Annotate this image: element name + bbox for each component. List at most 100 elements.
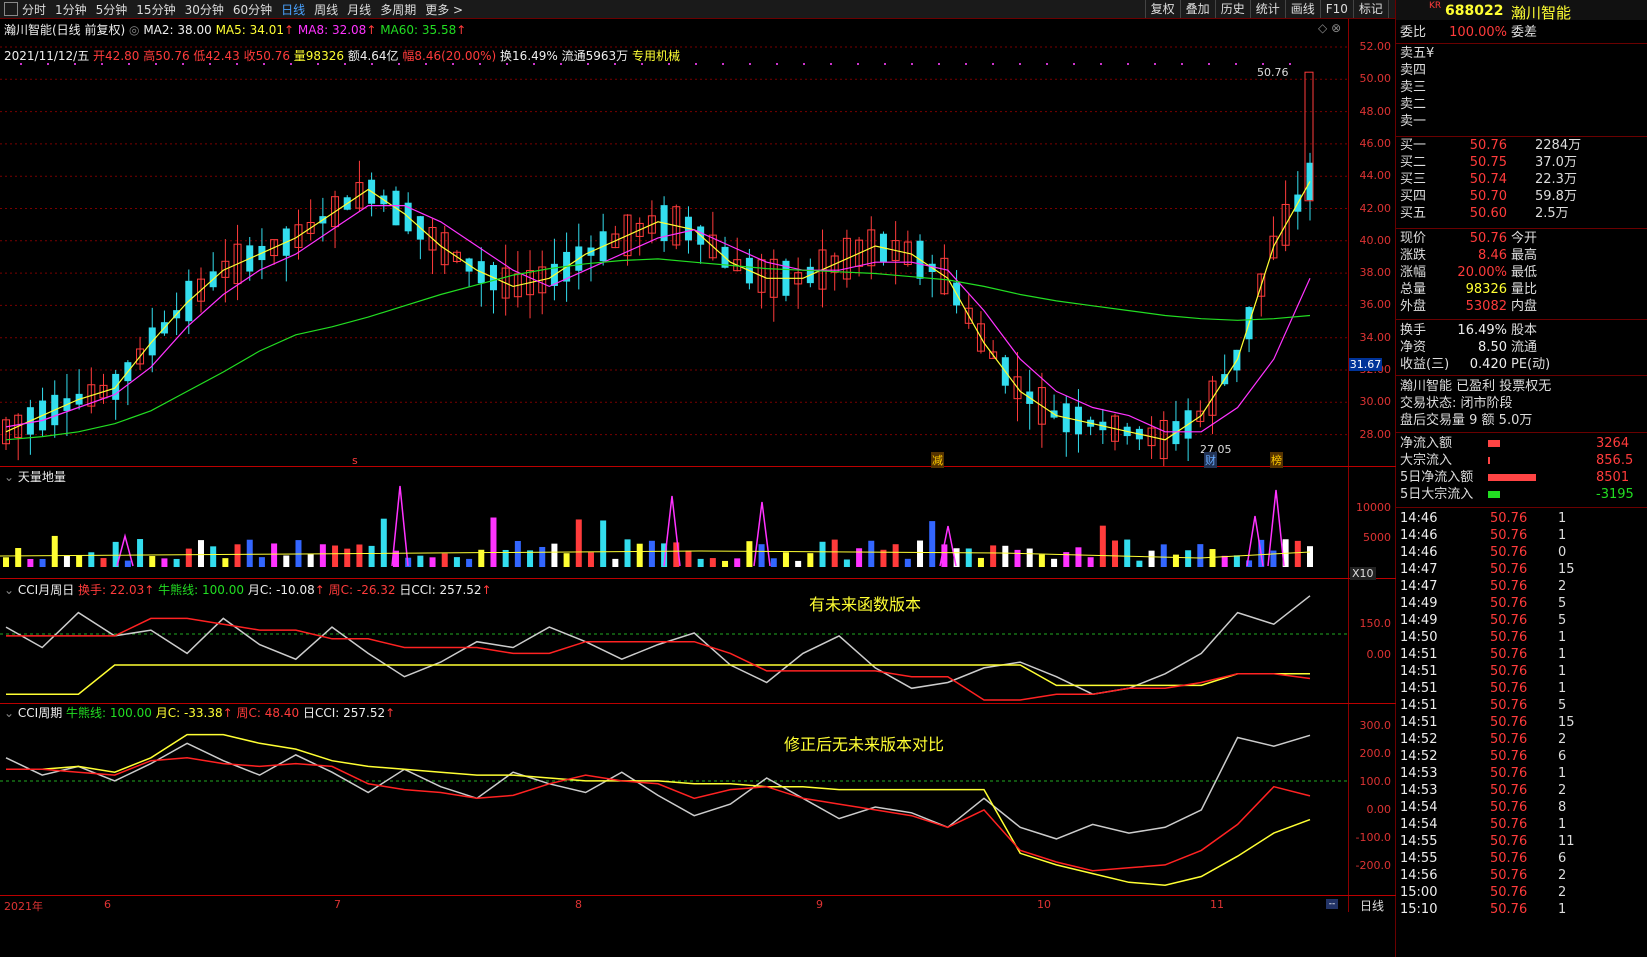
tick-time: 14:46 bbox=[1400, 511, 1438, 526]
tick-time: 14:51 bbox=[1400, 698, 1438, 713]
volume-bar bbox=[246, 539, 253, 567]
tab-60min[interactable]: 60分钟 bbox=[233, 1, 272, 18]
volume-bar bbox=[819, 541, 826, 567]
history-button[interactable]: 历史 bbox=[1214, 0, 1250, 18]
flow-value: -3195 bbox=[1596, 487, 1634, 502]
buy-level-row[interactable]: 买五 50.60 2.5万 bbox=[1398, 205, 1647, 222]
tab-5min[interactable]: 5分钟 bbox=[96, 1, 128, 18]
signal-dot bbox=[668, 63, 670, 65]
tab-1min[interactable]: 1分钟 bbox=[55, 1, 87, 18]
tick-price: 50.76 bbox=[1490, 817, 1528, 832]
volume-bar bbox=[709, 558, 716, 567]
volume-bar bbox=[1014, 549, 1021, 567]
tick-volume: 5 bbox=[1558, 596, 1567, 611]
sell-book: 卖五¥ 卖四 卖三 卖二 卖一 bbox=[1398, 45, 1647, 130]
ma-line-ma8 bbox=[5, 205, 1311, 433]
volume-ylabel-10000: 10000 bbox=[1356, 501, 1391, 514]
fund-flow: 净流入额 3264 大宗流入 856.5 5日净流入额 8501 5日大宗流入 -3195 bbox=[1398, 435, 1647, 503]
scroll-handle[interactable]: -- bbox=[1326, 899, 1338, 909]
tab-15min[interactable]: 15分钟 bbox=[136, 1, 175, 18]
quote-label-2: 最高 bbox=[1511, 248, 1538, 263]
buy-level-row[interactable]: 买四 50.70 59.8万 bbox=[1398, 188, 1647, 205]
buy-level-price: 50.74 bbox=[1469, 172, 1507, 187]
volume-bar bbox=[466, 558, 473, 567]
volume-bar bbox=[977, 557, 984, 567]
x-axis-period[interactable]: 日线 bbox=[1360, 897, 1384, 914]
draw-button[interactable]: 画线 bbox=[1284, 0, 1320, 18]
signal-dot bbox=[614, 63, 616, 65]
volume-bar bbox=[1099, 525, 1106, 567]
volume-bar bbox=[648, 540, 655, 567]
signal-dot bbox=[911, 63, 913, 65]
signal-dot bbox=[1208, 63, 1210, 65]
overlay-button[interactable]: 叠加 bbox=[1179, 0, 1215, 18]
volume-bar bbox=[1038, 554, 1045, 567]
menu-square-icon[interactable] bbox=[4, 2, 18, 16]
candle-body bbox=[1306, 162, 1314, 201]
volume-bar bbox=[197, 540, 204, 567]
volume-bar bbox=[1172, 554, 1179, 567]
quote-value: 20.00% bbox=[1457, 265, 1507, 280]
volume-bar bbox=[88, 552, 95, 567]
high-price-mark: 50.76 bbox=[1257, 66, 1289, 79]
tab-daily[interactable]: 日线 bbox=[281, 1, 305, 18]
buy-level-label: 买三 bbox=[1400, 172, 1427, 187]
volume-bar bbox=[807, 553, 814, 567]
cci1-chart bbox=[0, 595, 1348, 701]
tick-price: 50.76 bbox=[1490, 630, 1528, 645]
tab-more[interactable]: 更多 > bbox=[425, 1, 463, 18]
signal-dot bbox=[425, 63, 427, 65]
signal-dot bbox=[506, 63, 508, 65]
volume-ylabel-5000: 5000 bbox=[1363, 531, 1391, 544]
tab-fenshi[interactable]: 分时 bbox=[22, 1, 46, 18]
tab-30min[interactable]: 30分钟 bbox=[185, 1, 224, 18]
stat-value: 16.49% bbox=[1457, 323, 1507, 338]
f10-button[interactable]: F10 bbox=[1319, 0, 1353, 18]
price-ylabel: 44.00 bbox=[1359, 169, 1392, 183]
tick-volume: 2 bbox=[1558, 783, 1567, 798]
quote-value: 53082 bbox=[1465, 299, 1507, 314]
status-line-3: 盘后交易量 9 额 5.0万 bbox=[1400, 413, 1533, 428]
volume-bar bbox=[1136, 560, 1143, 567]
stock-name: 瀚川智能 bbox=[1511, 4, 1572, 22]
volume-bar bbox=[1185, 550, 1192, 567]
buy-level-row[interactable]: 买一 50.76 2284万 bbox=[1398, 137, 1647, 154]
tick-time: 14:51 bbox=[1400, 664, 1438, 679]
flow-bar bbox=[1488, 491, 1500, 498]
buy-level-row[interactable]: 买三 50.74 22.3万 bbox=[1398, 171, 1647, 188]
tick-volume: 0 bbox=[1558, 545, 1567, 560]
volume-bar bbox=[734, 558, 741, 567]
price-ylabel: 28.00 bbox=[1359, 427, 1392, 441]
adjust-button[interactable]: 复权 bbox=[1144, 0, 1180, 18]
volume-bar bbox=[587, 552, 594, 567]
volume-bar bbox=[258, 557, 265, 567]
volume-bar bbox=[490, 517, 497, 567]
tick-volume: 1 bbox=[1558, 681, 1567, 696]
tick-price: 50.76 bbox=[1490, 596, 1528, 611]
price-ylabel: 30.00 bbox=[1359, 395, 1392, 409]
mark-button[interactable]: 标记 bbox=[1352, 0, 1388, 18]
tab-weekly[interactable]: 周线 bbox=[314, 1, 338, 18]
tick-list[interactable]: 14:46 50.76 1 14:46 50.76 1 14:46 50.76 0 14:47 50… bbox=[1398, 510, 1647, 918]
tick-price: 50.76 bbox=[1490, 562, 1528, 577]
x-axis-sep: 9 bbox=[816, 898, 823, 911]
volume-bar bbox=[1233, 555, 1240, 567]
tab-monthly[interactable]: 月线 bbox=[347, 1, 371, 18]
volume-bar bbox=[185, 548, 192, 567]
quote-label: 涨幅 bbox=[1400, 265, 1427, 280]
volume-bar bbox=[76, 555, 83, 567]
tab-multi-period[interactable]: 多周期 bbox=[380, 1, 416, 18]
weibi-value: 100.00% bbox=[1449, 25, 1507, 40]
signal-dot bbox=[641, 63, 643, 65]
candlestick-chart bbox=[0, 46, 1348, 466]
volume-bar bbox=[453, 557, 460, 567]
tick-time: 14:49 bbox=[1400, 613, 1438, 628]
x-axis-oct: 10 bbox=[1037, 898, 1051, 911]
buy-level-row[interactable]: 买二 50.75 37.0万 bbox=[1398, 154, 1647, 171]
tick-price: 50.76 bbox=[1490, 681, 1528, 696]
stats-button[interactable]: 统计 bbox=[1249, 0, 1285, 18]
tick-volume: 8 bbox=[1558, 800, 1567, 815]
tick-time: 14:56 bbox=[1400, 868, 1438, 883]
signal-dot bbox=[20, 63, 22, 65]
signal-dot bbox=[1235, 63, 1237, 65]
